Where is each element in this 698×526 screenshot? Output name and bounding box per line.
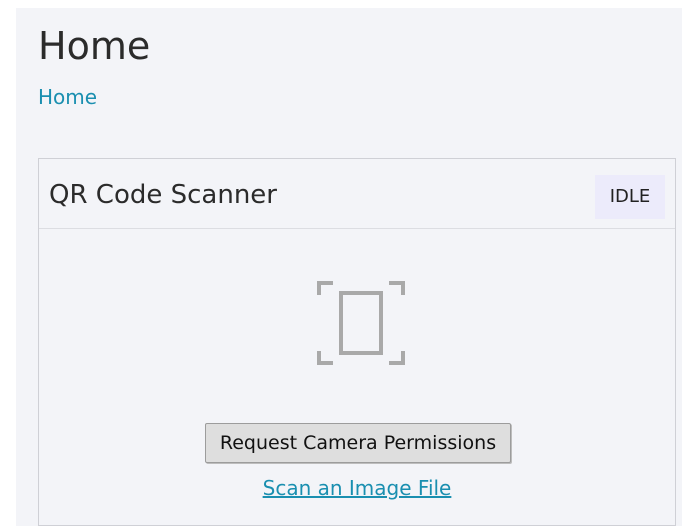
scan-corner-bottom-right: [389, 351, 405, 365]
status-badge: IDLE: [595, 175, 665, 219]
qr-scanner-card: QR Code Scanner IDLE Request Camera Perm…: [38, 158, 676, 526]
qr-scanner-title: QR Code Scanner: [49, 180, 277, 210]
scan-frame-rect: [339, 291, 383, 355]
scan-corner-top-right: [389, 281, 405, 295]
qr-scanner-header: QR Code Scanner IDLE: [39, 159, 675, 229]
page-content: Home Home QR Code Scanner IDLE Request C…: [16, 8, 682, 526]
qr-scan-frame-icon: [317, 281, 405, 365]
scan-corner-bottom-left: [317, 351, 333, 365]
breadcrumb-home-link[interactable]: Home: [38, 84, 97, 110]
request-camera-permissions-button[interactable]: Request Camera Permissions: [205, 423, 511, 463]
page-title: Home: [38, 24, 151, 68]
scan-image-file-link[interactable]: Scan an Image File: [39, 475, 675, 501]
scan-corner-top-left: [317, 281, 333, 295]
